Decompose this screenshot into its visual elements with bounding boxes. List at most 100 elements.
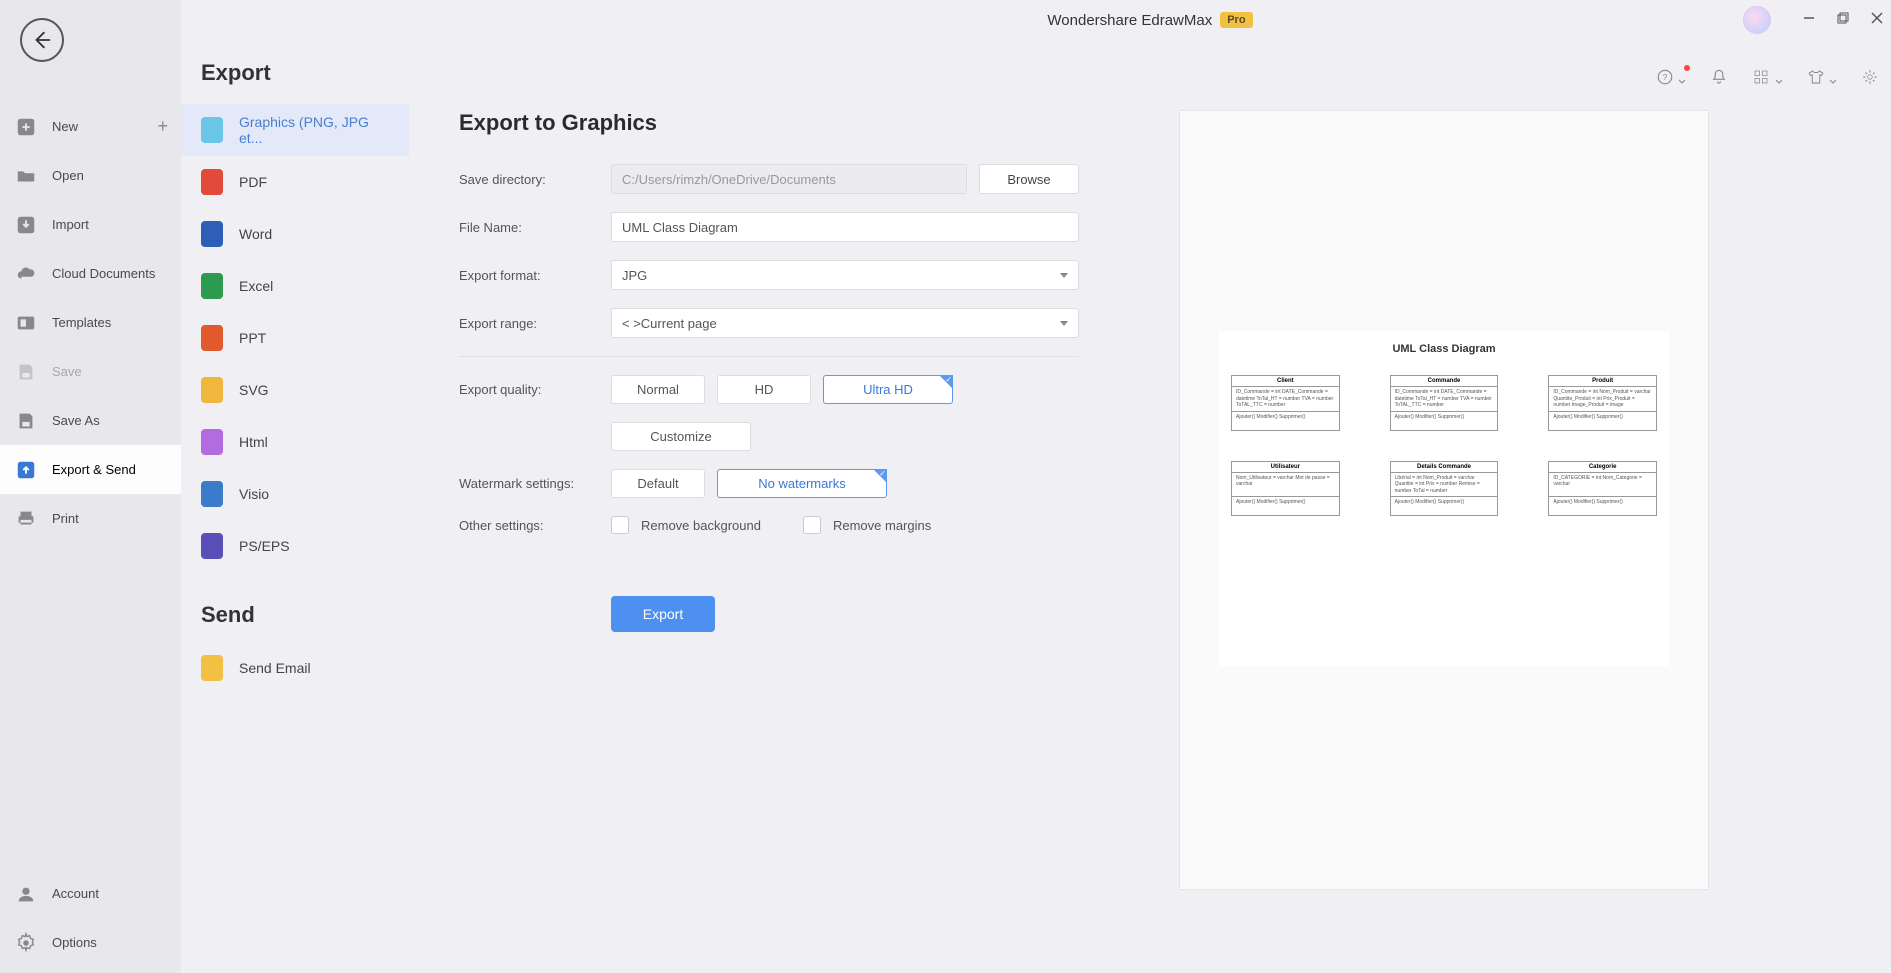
shirt-button[interactable] xyxy=(1807,68,1837,91)
send-email[interactable]: Send Email xyxy=(181,642,409,694)
chevron-down-icon xyxy=(1678,78,1686,86)
page-title: Export to Graphics xyxy=(459,110,1079,136)
nav-print[interactable]: Print xyxy=(0,494,181,543)
format-svg[interactable]: SVG xyxy=(181,364,409,416)
close-icon xyxy=(1871,12,1883,24)
nav-import[interactable]: Import xyxy=(0,200,181,249)
graphics-icon xyxy=(201,117,223,143)
nav-label: Open xyxy=(52,168,84,183)
nav-label: New xyxy=(52,119,78,134)
maximize-button[interactable] xyxy=(1837,11,1849,29)
label-quality: Export quality: xyxy=(459,382,611,397)
plus-icon[interactable]: + xyxy=(157,116,168,137)
uml-box: Utilisateur Nom_Utilisateur = varchar Mo… xyxy=(1231,461,1340,517)
nav-label: Account xyxy=(52,886,99,901)
format-word[interactable]: Word xyxy=(181,208,409,260)
save-dir-input xyxy=(611,164,967,194)
nav-open[interactable]: Open xyxy=(0,151,181,200)
gear-icon xyxy=(1861,68,1879,86)
nav-saveas[interactable]: Save As xyxy=(0,396,181,445)
print-icon xyxy=(13,506,38,531)
help-button[interactable]: ? xyxy=(1656,68,1686,91)
quality-normal[interactable]: Normal xyxy=(611,375,705,404)
shortcut-button[interactable] xyxy=(1752,68,1782,91)
toolbar-icons: ? xyxy=(1656,68,1879,91)
format-pseps[interactable]: PS/EPS xyxy=(181,520,409,572)
nav-templates[interactable]: Templates xyxy=(0,298,181,347)
word-icon xyxy=(201,221,223,247)
nav-label: Cloud Documents xyxy=(52,266,155,281)
nav-account[interactable]: Account xyxy=(0,869,181,918)
export-format-select[interactable]: JPG xyxy=(611,260,1079,290)
nav-cloud[interactable]: Cloud Documents xyxy=(0,249,181,298)
nav-label: Templates xyxy=(52,315,111,330)
ppt-icon xyxy=(201,325,223,351)
folder-icon xyxy=(13,163,38,188)
format-label: Html xyxy=(239,434,268,450)
quality-hd[interactable]: HD xyxy=(717,375,811,404)
label-export-format: Export format: xyxy=(459,268,611,283)
nav-label: Export & Send xyxy=(52,462,136,477)
excel-icon xyxy=(201,273,223,299)
format-label: PDF xyxy=(239,174,267,190)
export-column: Export Graphics (PNG, JPG et... PDF Word… xyxy=(181,0,409,973)
filename-input[interactable] xyxy=(611,212,1079,242)
nav-new[interactable]: New + xyxy=(0,102,181,151)
gear-icon xyxy=(13,930,38,955)
plus-square-icon xyxy=(13,114,38,139)
format-excel[interactable]: Excel xyxy=(181,260,409,312)
command-icon xyxy=(1752,68,1770,86)
export-button[interactable]: Export xyxy=(611,596,715,632)
check-icon xyxy=(873,469,887,483)
label-watermark: Watermark settings: xyxy=(459,476,611,491)
close-button[interactable] xyxy=(1871,11,1883,29)
format-label: PS/EPS xyxy=(239,538,290,554)
format-label: Graphics (PNG, JPG et... xyxy=(239,114,389,146)
send-label: Send Email xyxy=(239,660,311,676)
watermark-default[interactable]: Default xyxy=(611,469,705,498)
svg-icon xyxy=(201,377,223,403)
send-title: Send xyxy=(181,572,409,642)
account-icon xyxy=(13,881,38,906)
email-icon xyxy=(201,655,223,681)
main-area: Wondershare EdrawMax Pro ? xyxy=(409,0,1891,973)
format-html[interactable]: Html xyxy=(181,416,409,468)
pro-badge: Pro xyxy=(1220,12,1252,28)
preview-panel: UML Class Diagram Client ID_Commande = i… xyxy=(1179,110,1709,890)
format-graphics[interactable]: Graphics (PNG, JPG et... xyxy=(181,104,409,156)
watermark-none[interactable]: No watermarks xyxy=(717,469,887,498)
shirt-icon xyxy=(1807,68,1825,86)
divider xyxy=(459,356,1079,357)
browse-button[interactable]: Browse xyxy=(979,164,1079,194)
settings-button[interactable] xyxy=(1861,68,1879,91)
format-ppt[interactable]: PPT xyxy=(181,312,409,364)
html-icon xyxy=(201,429,223,455)
remove-bg-checkbox[interactable] xyxy=(611,516,629,534)
save-icon xyxy=(13,359,38,384)
quality-customize[interactable]: Customize xyxy=(611,422,751,451)
nav-options[interactable]: Options xyxy=(0,918,181,967)
maximize-icon xyxy=(1837,12,1849,24)
titlebar: Wondershare EdrawMax Pro xyxy=(409,0,1891,40)
remove-margins-label: Remove margins xyxy=(833,518,931,533)
export-range-select[interactable]: < >Current page xyxy=(611,308,1079,338)
user-avatar[interactable] xyxy=(1743,6,1771,34)
nav-label: Import xyxy=(52,217,89,232)
export-icon xyxy=(13,457,38,482)
remove-margins-checkbox[interactable] xyxy=(803,516,821,534)
label-other: Other settings: xyxy=(459,518,611,533)
uml-box: Categorie ID_CATEGORIE = int Nom_Categor… xyxy=(1548,461,1657,517)
format-visio[interactable]: Visio xyxy=(181,468,409,520)
nav-export-send[interactable]: Export & Send xyxy=(0,445,181,494)
quality-ultra[interactable]: Ultra HD xyxy=(823,375,953,404)
left-nav: New + Open Import Cloud Documents Templa… xyxy=(0,0,181,973)
nav-label: Print xyxy=(52,511,79,526)
nav-label: Save xyxy=(52,364,82,379)
visio-icon xyxy=(201,481,223,507)
minimize-button[interactable] xyxy=(1803,11,1815,29)
back-button[interactable] xyxy=(20,18,64,62)
format-pdf[interactable]: PDF xyxy=(181,156,409,208)
bell-button[interactable] xyxy=(1710,68,1728,91)
nav-label: Save As xyxy=(52,413,100,428)
preview-image: UML Class Diagram Client ID_Commande = i… xyxy=(1219,331,1669,666)
